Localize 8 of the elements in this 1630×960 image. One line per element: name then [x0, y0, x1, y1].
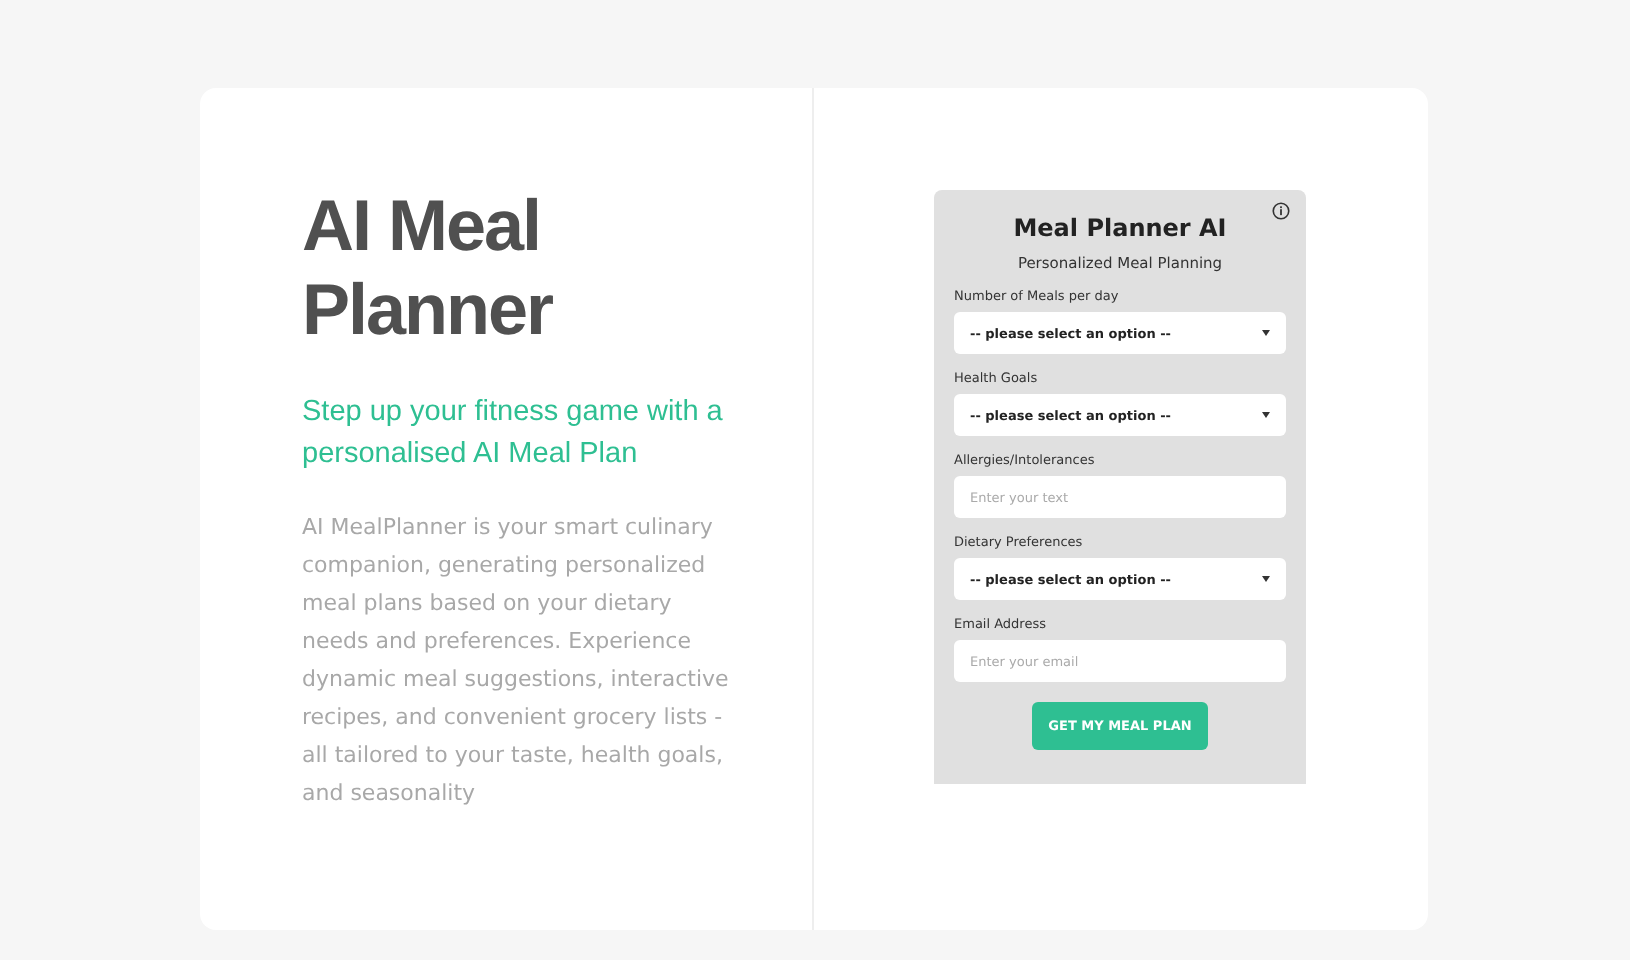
tagline: Step up your fitness game with a personalised AI Meal Plan: [302, 394, 725, 474]
info-icon[interactable]: [1272, 202, 1290, 220]
form-title: Meal Planner AI: [1011, 214, 1229, 242]
page-title: AI Meal Planner: [302, 184, 555, 352]
caret-icon: [1262, 412, 1270, 418]
caret-icon: [1262, 576, 1270, 582]
description: AI MealPlanner is your smart culinary companion, generating personalized meal plans based on your dietary needs and preferences. Experience dynamic meal suggestions, interactive recipes, and convenient grocery lists - all tailored to your taste, health goals, and seasonality: [302, 512, 731, 810]
caret-icon: [1262, 330, 1270, 336]
